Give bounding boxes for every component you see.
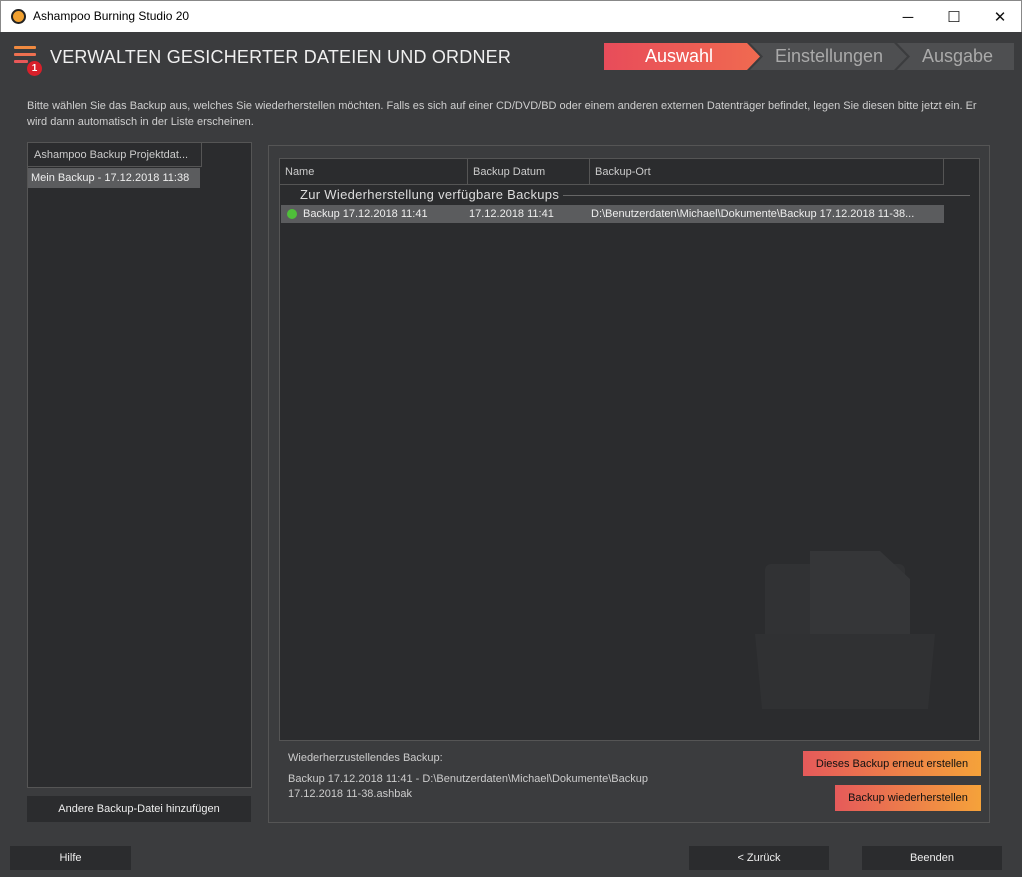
window-title: Ashampoo Burning Studio 20	[33, 9, 190, 23]
column-header-date[interactable]: Backup Datum	[468, 159, 590, 185]
detail-value-line1: Backup 17.12.2018 11:41 - D:\Benutzerdat…	[288, 773, 648, 785]
step-auswahl: Auswahl	[644, 46, 714, 66]
maximize-button[interactable]: ☐	[931, 1, 977, 33]
detail-value-line2: 17.12.2018 11-38.ashbak	[288, 788, 412, 800]
row-name: Backup 17.12.2018 11:41	[303, 208, 428, 220]
list-item[interactable]: Mein Backup - 17.12.2018 11:38	[28, 168, 200, 188]
notification-badge: 1	[27, 61, 42, 76]
detail-label: Wiederherzustellendes Backup:	[288, 752, 443, 764]
minimize-button[interactable]: ─	[885, 1, 931, 33]
restore-backup-button[interactable]: Backup wiederherstellen	[835, 785, 981, 811]
row-location: D:\Benutzerdaten\Michael\Dokumente\Backu…	[591, 208, 915, 220]
back-button[interactable]: < Zurück	[689, 846, 829, 870]
table-row[interactable]: Backup 17.12.2018 11:41 17.12.2018 11:41…	[281, 205, 944, 223]
app-logo-icon	[11, 9, 26, 24]
group-header[interactable]: Zur Wiederherstellung verfügbare Backups	[288, 187, 564, 202]
recreate-backup-button[interactable]: Dieses Backup erneut erstellen	[803, 751, 981, 776]
page-title: VERWALTEN GESICHERTER DATEIEN UND ORDNER	[50, 47, 512, 67]
row-date: 17.12.2018 11:41	[469, 208, 554, 220]
status-ok-icon	[287, 209, 297, 219]
step-einstellungen: Einstellungen	[774, 46, 884, 66]
instructions-text: Bitte wählen Sie das Backup aus, welches…	[27, 100, 977, 128]
step-ausgabe: Ausgabe	[921, 46, 994, 66]
column-header-location[interactable]: Backup-Ort	[590, 159, 944, 185]
title-bar: Ashampoo Burning Studio 20 ─ ☐ ✕	[0, 0, 1022, 32]
help-button[interactable]: Hilfe	[10, 846, 131, 870]
backup-project-list[interactable]: Ashampoo Backup Projektdat... Mein Backu…	[27, 142, 252, 788]
backup-list[interactable]: Name Backup Datum Backup-Ort Zur Wiederh…	[279, 158, 980, 741]
finish-button[interactable]: Beenden	[862, 846, 1002, 870]
column-header-name[interactable]: Name	[280, 159, 468, 185]
column-header[interactable]: Ashampoo Backup Projektdat...	[28, 143, 202, 167]
close-button[interactable]: ✕	[977, 1, 1022, 33]
folder-watermark-icon	[755, 551, 935, 709]
add-backup-file-button[interactable]: Andere Backup-Datei hinzufügen	[27, 796, 251, 822]
